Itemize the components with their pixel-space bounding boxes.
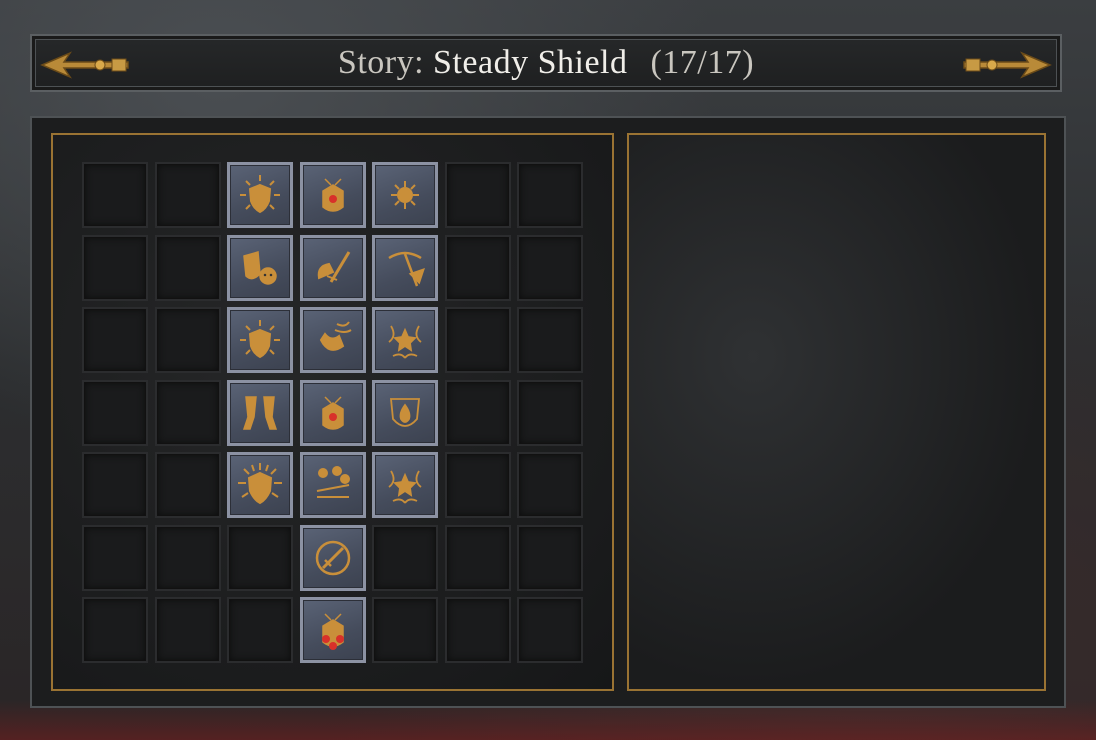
item-slot-empty[interactable] (155, 452, 221, 518)
item-slot-empty[interactable] (155, 525, 221, 591)
item-slot-empty[interactable] (82, 307, 148, 373)
item-slot-empty[interactable] (517, 380, 583, 446)
item-slot-filled[interactable] (372, 162, 438, 228)
item-slot-empty[interactable] (517, 525, 583, 591)
title-name: Steady Shield (433, 44, 628, 81)
radiant-shield-icon (240, 175, 280, 214)
armor-gem-icon (322, 178, 344, 212)
thorn-star-icon (388, 325, 422, 359)
title-count: (17/17) (650, 44, 755, 81)
item-slot-filled[interactable] (300, 162, 366, 228)
armor-gem-icon (322, 396, 344, 430)
item-slot-empty[interactable] (155, 235, 221, 301)
item-slot-filled[interactable] (372, 307, 438, 373)
item-slot-empty[interactable] (445, 162, 511, 228)
item-slot-empty[interactable] (82, 597, 148, 663)
item-slot-filled[interactable] (300, 525, 366, 591)
item-slot-empty[interactable] (82, 162, 148, 228)
item-slot-empty[interactable] (227, 597, 293, 663)
detail-panel (627, 133, 1046, 691)
item-slot-empty[interactable] (445, 307, 511, 373)
item-slot-filled[interactable] (227, 235, 293, 301)
item-slot-empty[interactable] (517, 162, 583, 228)
item-slot-filled[interactable] (372, 380, 438, 446)
page-title: Story: Steady Shield (17/17) (32, 44, 1060, 82)
ring-blade-icon (315, 540, 351, 576)
item-slot-empty[interactable] (372, 525, 438, 591)
item-slot-empty[interactable] (155, 380, 221, 446)
flame-shield-icon (390, 398, 420, 427)
greaves-icon (242, 396, 278, 430)
thorn-star-icon (388, 470, 422, 504)
axe-sword-icon (317, 251, 351, 283)
radiant-shield-icon (240, 320, 280, 359)
item-slot-empty[interactable] (82, 525, 148, 591)
item-slot-filled[interactable] (372, 452, 438, 518)
item-slot-empty[interactable] (372, 597, 438, 663)
arrow-right-icon[interactable] (962, 50, 1052, 80)
item-slot-empty[interactable] (155, 162, 221, 228)
item-slot-empty[interactable] (445, 380, 511, 446)
hunting-horn-icon (319, 321, 352, 351)
title-bar: Story: Steady Shield (17/17) (30, 34, 1062, 92)
item-slot-empty[interactable] (517, 235, 583, 301)
shield-skull-icon (243, 251, 277, 285)
armor-triple-gem-icon (322, 613, 344, 650)
item-slot-filled[interactable] (227, 307, 293, 373)
item-slot-empty[interactable] (82, 452, 148, 518)
item-slot-empty[interactable] (517, 597, 583, 663)
item-slot-empty[interactable] (445, 525, 511, 591)
item-slot-filled[interactable] (227, 380, 293, 446)
item-slot-empty[interactable] (445, 235, 511, 301)
item-slot-empty[interactable] (155, 597, 221, 663)
title-prefix: Story: (337, 44, 425, 81)
item-slot-filled[interactable] (227, 452, 293, 518)
item-slot-filled[interactable] (300, 235, 366, 301)
item-slot-filled[interactable] (300, 597, 366, 663)
item-slot-filled[interactable] (300, 452, 366, 518)
bright-shield-icon (238, 463, 282, 505)
item-slot-empty[interactable] (227, 525, 293, 591)
item-slot-filled[interactable] (227, 162, 293, 228)
item-slot-filled[interactable] (372, 235, 438, 301)
item-slot-filled[interactable] (300, 307, 366, 373)
scales-icon (316, 466, 350, 498)
item-slot-empty[interactable] (82, 380, 148, 446)
item-slot-empty[interactable] (445, 597, 511, 663)
item-slot-filled[interactable] (300, 380, 366, 446)
item-slot-empty[interactable] (517, 452, 583, 518)
pickaxe-icon (388, 251, 425, 287)
item-slot-empty[interactable] (445, 452, 511, 518)
item-slot-empty[interactable] (82, 235, 148, 301)
item-slot-empty[interactable] (517, 307, 583, 373)
item-slot-empty[interactable] (155, 307, 221, 373)
spiked-orb-icon (391, 181, 419, 209)
